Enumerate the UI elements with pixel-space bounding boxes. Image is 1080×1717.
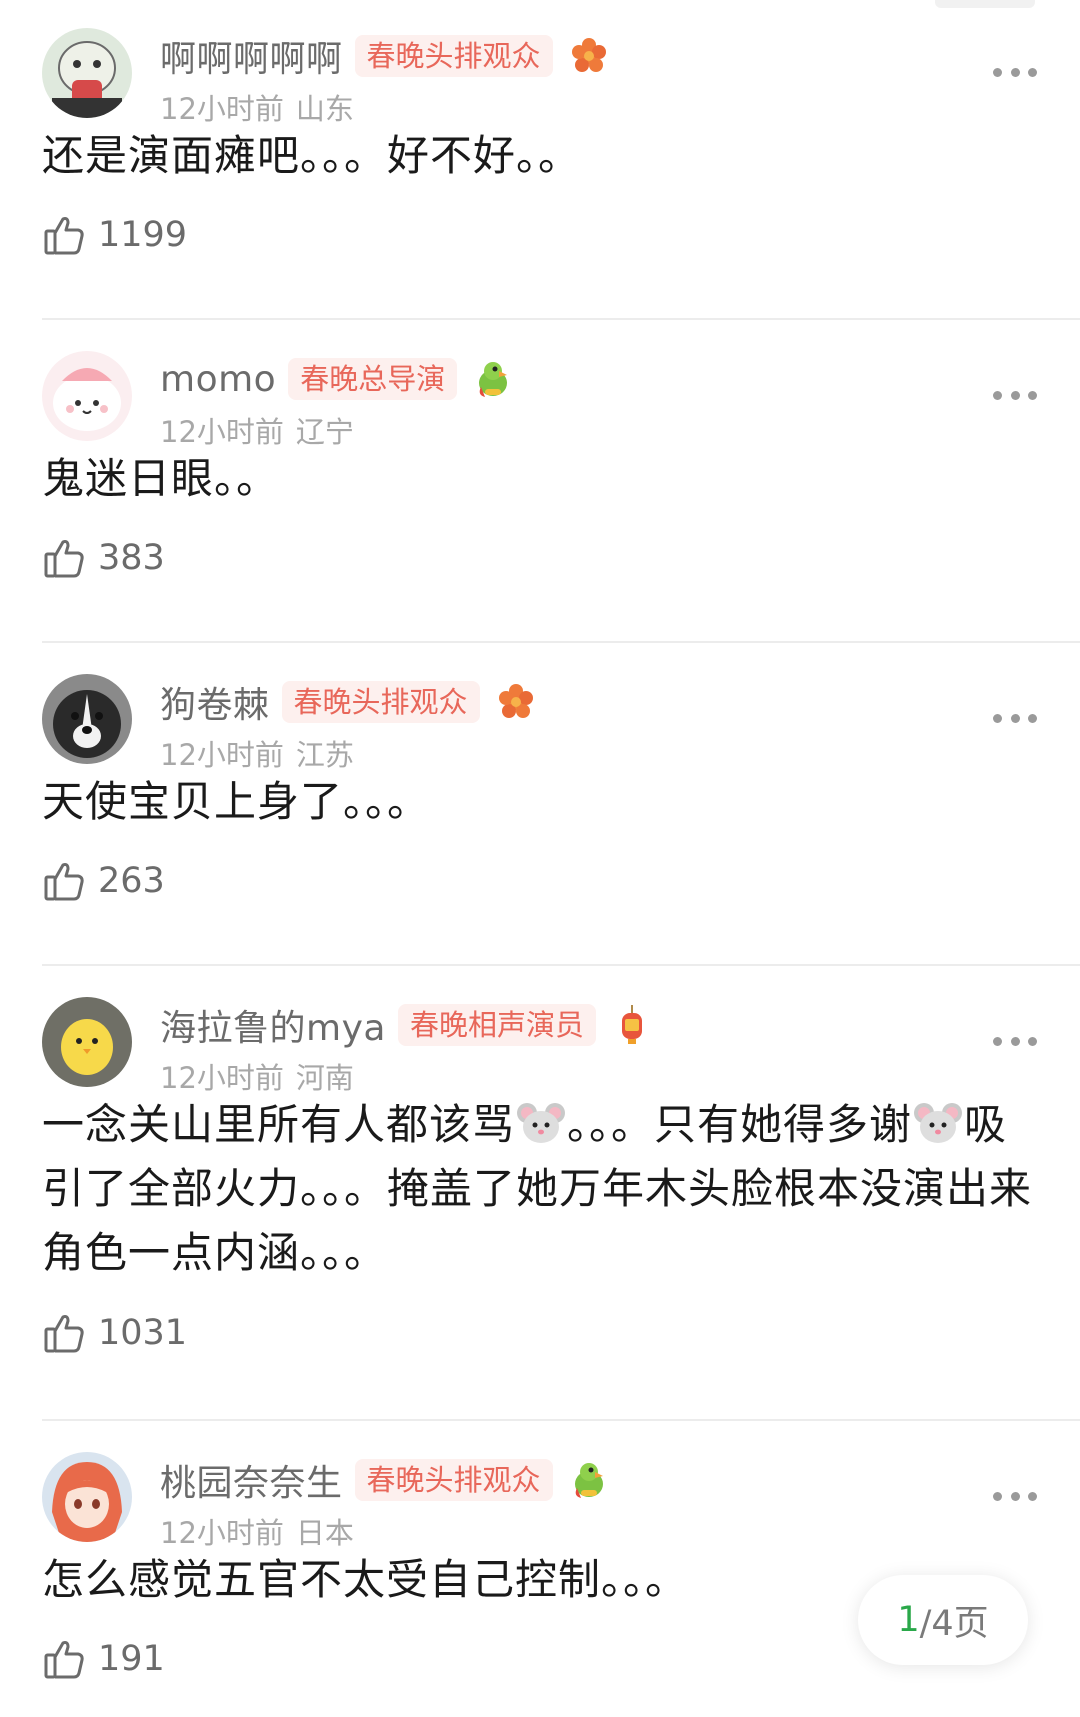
thumbs-up-icon: [42, 1311, 86, 1355]
divider: [42, 641, 1080, 643]
like-count: 1031: [98, 1313, 188, 1353]
avatar-anime-girl-icon: [42, 1452, 132, 1542]
avatar[interactable]: [42, 351, 132, 441]
comment-time: 12小时前: [160, 1061, 284, 1095]
divider: [42, 318, 1080, 320]
flower-badge-icon: [567, 34, 611, 78]
avatar[interactable]: [42, 28, 132, 118]
like-count: 1199: [98, 215, 188, 255]
comment-text-part: 一念关山里所有人都该骂: [42, 1100, 516, 1149]
username[interactable]: 狗卷棘: [160, 676, 270, 728]
comment-location: 日本: [295, 1516, 354, 1550]
more-options-icon[interactable]: [993, 387, 1037, 403]
parrot-badge-icon: [471, 357, 515, 401]
comment-location: 山东: [295, 92, 354, 126]
thumbs-up-icon: [42, 1637, 86, 1681]
thumbs-up-icon: [42, 536, 86, 580]
like-button[interactable]: 191: [42, 1635, 165, 1683]
avatar-chick-icon: [42, 997, 132, 1087]
user-badge: 春晚头排观众: [354, 1459, 553, 1501]
more-options-icon[interactable]: [993, 1033, 1037, 1049]
more-options-icon[interactable]: [993, 64, 1037, 80]
like-button[interactable]: 263: [42, 857, 165, 905]
more-options-icon[interactable]: [993, 710, 1037, 726]
comment-text-part: 。。。只有她得多谢: [567, 1100, 913, 1149]
username[interactable]: 桃园奈奈生: [160, 1454, 343, 1506]
divider: [42, 1419, 1080, 1421]
user-badge: 春晚相声演员: [397, 1004, 596, 1046]
lantern-badge-icon: [610, 1003, 654, 1047]
user-badge: 春晚头排观众: [281, 681, 480, 723]
mouse-emoji-icon: [912, 1099, 964, 1147]
comment-location: 辽宁: [295, 415, 354, 449]
page-total: /4页: [919, 1603, 989, 1644]
comment-meta: 12小时前 辽宁: [160, 409, 354, 451]
comment-text: 鬼迷日眼。。: [42, 454, 280, 503]
user-badge: 春晚头排观众: [354, 35, 553, 77]
comment-meta: 12小时前 山东: [160, 86, 354, 128]
avatar-cartoon-icon: [42, 28, 132, 118]
comment-meta: 12小时前 江苏: [160, 732, 354, 774]
user-badge: 春晚总导演: [288, 358, 458, 400]
comment-location: 江苏: [295, 738, 354, 772]
comment-time: 12小时前: [160, 1516, 284, 1550]
comment-location: 河南: [295, 1061, 354, 1095]
comment-text: 天使宝贝上身了。。。: [42, 777, 431, 826]
comment-meta: 12小时前 日本: [160, 1510, 354, 1552]
like-count: 191: [98, 1639, 165, 1679]
avatar-dog-icon: [42, 674, 132, 764]
comment-time: 12小时前: [160, 415, 284, 449]
like-count: 383: [98, 538, 165, 578]
like-count: 263: [98, 861, 165, 901]
thumbs-up-icon: [42, 859, 86, 903]
divider: [42, 964, 1080, 966]
flower-badge-icon: [494, 680, 538, 724]
top-handle: [935, 0, 1035, 8]
comment-meta: 12小时前 河南: [160, 1055, 354, 1097]
avatar-cartoon-icon: [42, 351, 132, 441]
page-indicator[interactable]: 1/4页: [858, 1575, 1028, 1665]
more-options-icon[interactable]: [993, 1488, 1037, 1504]
like-button[interactable]: 1031: [42, 1309, 187, 1357]
comment-time: 12小时前: [160, 738, 284, 772]
comment-time: 12小时前: [160, 92, 284, 126]
page-current: 1: [897, 1600, 920, 1640]
comment-text: 一念关山里所有人都该骂 。。。只有她得多谢 吸引了全部火力。。。掩盖了她万年木头脸根…: [42, 1093, 1042, 1285]
comment-text: 还是演面瘫吧。。。好不好。。: [42, 131, 582, 180]
username[interactable]: momo: [160, 359, 276, 400]
username[interactable]: 啊啊啊啊啊: [160, 30, 343, 82]
like-button[interactable]: 1199: [42, 211, 187, 259]
avatar[interactable]: [42, 997, 132, 1087]
avatar[interactable]: [42, 674, 132, 764]
username[interactable]: 海拉鲁的mya: [160, 999, 386, 1051]
thumbs-up-icon: [42, 213, 86, 257]
avatar[interactable]: [42, 1452, 132, 1542]
like-button[interactable]: 383: [42, 534, 165, 582]
comment-feed: 啊啊啊啊啊 春晚头排观众 12小时前 山东 还是演面瘫吧。。。好不好。。 1199: [0, 0, 1080, 1717]
parrot-badge-icon: [567, 1458, 611, 1502]
mouse-emoji-icon: [515, 1099, 567, 1147]
